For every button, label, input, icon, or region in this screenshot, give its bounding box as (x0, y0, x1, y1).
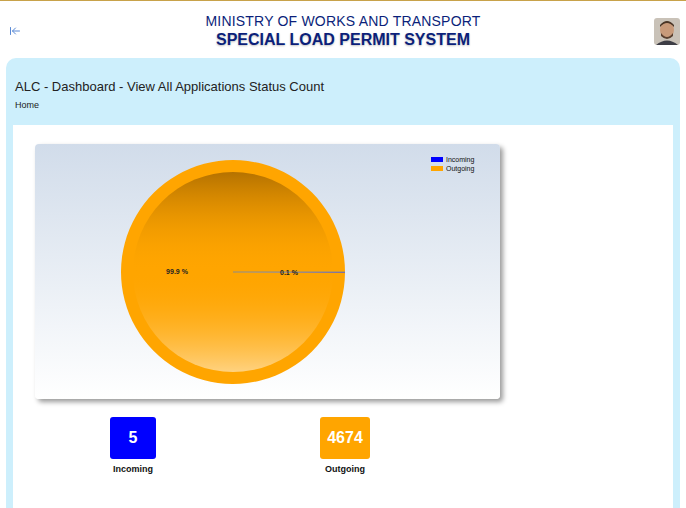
count-badge[interactable]: 5 (110, 417, 156, 459)
dashboard-card: 0.1 %99.9 %IncomingOutgoing5Incoming4674… (13, 125, 673, 508)
count-badge[interactable]: 4674 (320, 417, 370, 459)
collapse-icon[interactable] (9, 25, 21, 37)
system-title: SPECIAL LOAD PERMIT SYSTEM (216, 30, 470, 50)
chart-legend: IncomingOutgoing (431, 156, 475, 173)
pie-slice[interactable] (121, 160, 345, 384)
content-panel: ALC - Dashboard - View All Applications … (6, 58, 680, 508)
chart-box: 0.1 % 99.9 % IncomingOutgoing (35, 144, 500, 399)
legend-swatch (431, 166, 443, 171)
count-tile: 5 Incoming (102, 417, 164, 474)
slice-label: 0.1 % (280, 269, 299, 276)
collapse-button[interactable] (6, 25, 21, 37)
avatar-icon[interactable] (654, 18, 680, 45)
breadcrumb: Home (15, 99, 673, 111)
page-title: ALC - Dashboard - View All Applications … (15, 79, 673, 95)
count-label: Incoming (113, 464, 153, 474)
legend-label: Incoming (446, 156, 475, 164)
count-label: Outgoing (325, 464, 365, 474)
count-tile: 4674 Outgoing (314, 417, 376, 474)
legend-swatch (431, 157, 443, 162)
ministry-title: MINISTRY OF WORKS AND TRANSPORT (205, 12, 480, 30)
breadcrumb-item[interactable]: Home (15, 99, 39, 111)
legend-label: Outgoing (446, 165, 475, 173)
header-titles: MINISTRY OF WORKS AND TRANSPORTSPECIAL L… (46, 12, 640, 50)
slice-label: 99.9 % (166, 268, 189, 275)
app-header: MINISTRY OF WORKS AND TRANSPORTSPECIAL L… (0, 0, 686, 58)
pie-chart: 0.1 % 99.9 % IncomingOutgoing (35, 144, 500, 399)
user-avatar[interactable] (654, 18, 680, 45)
count-tiles: 5 Incoming 4674 Outgoing (35, 417, 651, 474)
